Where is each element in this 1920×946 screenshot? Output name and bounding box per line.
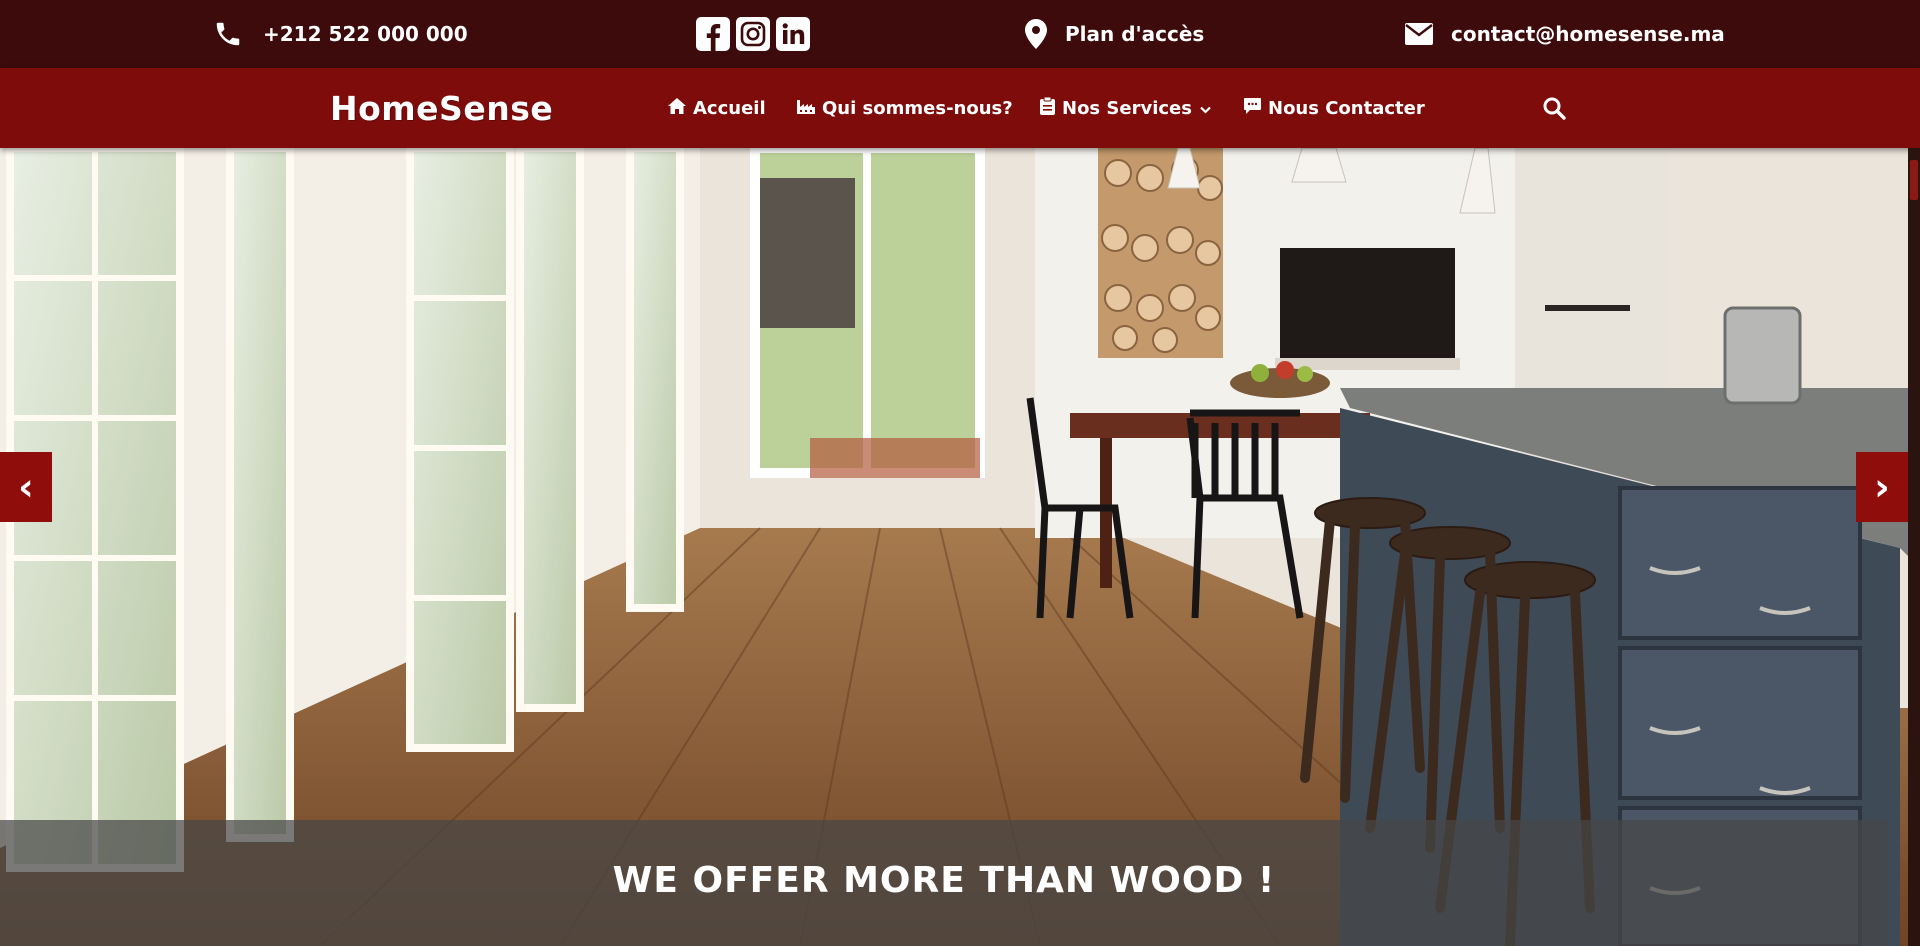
comment-icon: [1244, 97, 1268, 119]
phone-contact[interactable]: +212 522 000 000: [213, 0, 468, 68]
instagram-icon[interactable]: [735, 16, 771, 52]
email-contact[interactable]: contact@homesense.ma: [1405, 0, 1725, 68]
nav-item-nous-contacter[interactable]: Nous Contacter: [1244, 68, 1425, 148]
nav-label-accueil: Accueil: [693, 97, 766, 119]
nav-item-accueil[interactable]: Accueil: [668, 68, 766, 148]
page-scrollbar[interactable]: [1908, 148, 1920, 946]
phone-number: +212 522 000 000: [263, 22, 468, 46]
nav-label-nous-contacter: Nous Contacter: [1268, 97, 1425, 119]
map-pin-icon: [1025, 19, 1047, 49]
facebook-icon[interactable]: [695, 16, 731, 52]
linkedin-icon[interactable]: [775, 16, 811, 52]
home-icon: [668, 97, 693, 119]
hero-caption: WE OFFER MORE THAN WOOD !: [612, 860, 1276, 901]
social-links: [695, 0, 811, 68]
search-icon[interactable]: [1538, 92, 1570, 124]
scrollbar-thumb[interactable]: [1910, 160, 1918, 200]
email-address: contact@homesense.ma: [1451, 22, 1725, 46]
phone-icon: [213, 19, 243, 49]
plan-acces-label: Plan d'accès: [1065, 22, 1205, 46]
industry-icon: [797, 98, 822, 119]
slider-prev-button[interactable]: ‹: [0, 452, 52, 522]
nav-item-qui-sommes-nous[interactable]: Qui sommes-nous?: [797, 68, 1013, 148]
slider-next-button[interactable]: ›: [1856, 452, 1908, 522]
site-logo[interactable]: HomeSense: [330, 68, 553, 148]
hero-slider: WE OFFER MORE THAN WOOD !: [0, 148, 1920, 946]
top-bar: +212 522 000 000 Plan d'accès contact@ho…: [0, 0, 1920, 68]
nav-label-nos-services: Nos Services: [1062, 97, 1192, 119]
envelope-icon: [1405, 23, 1433, 45]
main-navbar: HomeSense Accueil Qui sommes-nous? Nos S…: [0, 68, 1920, 148]
plan-acces-link[interactable]: Plan d'accès: [1025, 0, 1204, 68]
hero-caption-bar: WE OFFER MORE THAN WOOD !: [0, 820, 1888, 946]
chevron-down-icon: [1200, 98, 1218, 119]
nav-item-nos-services[interactable]: Nos Services: [1040, 68, 1218, 148]
nav-label-qui-sommes-nous: Qui sommes-nous?: [822, 97, 1013, 119]
clipboard-icon: [1040, 96, 1062, 120]
